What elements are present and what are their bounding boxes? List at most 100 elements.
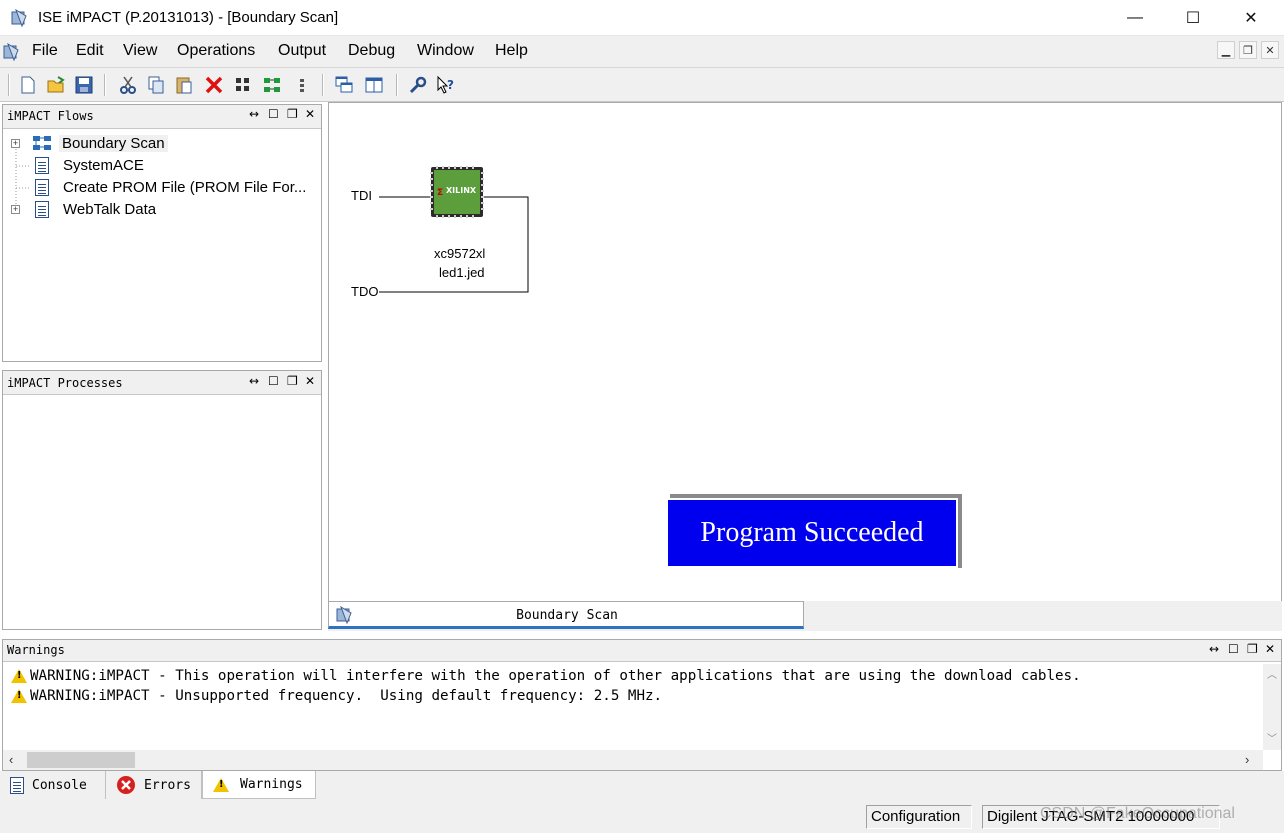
warnings-panel-header: Warnings ↔ ☐ ❐ ✕ — [3, 640, 1281, 662]
document-icon — [35, 178, 49, 196]
tab-console[interactable]: Console — [0, 771, 106, 799]
toolbar: ? — [0, 68, 1284, 102]
menu-window[interactable]: Window — [417, 42, 474, 60]
tab-label: Errors — [144, 777, 191, 793]
cascade-windows-icon[interactable] — [332, 73, 356, 97]
menu-operations[interactable]: Operations — [177, 42, 255, 60]
warnings-panel-title: Warnings — [7, 643, 65, 657]
menu-edit[interactable]: Edit — [76, 42, 104, 60]
title-bar: ISE iMPACT (P.20131013) - [Boundary Scan… — [0, 0, 1284, 36]
panel-maximize-icon[interactable]: ☐ — [268, 374, 279, 388]
tab-label: Boundary Scan — [516, 608, 618, 623]
tree-item-label: WebTalk Data — [63, 200, 157, 218]
xilinx-logo-text: XILINX — [446, 186, 477, 195]
program-status-text: Program Succeeded — [700, 517, 924, 548]
scrollbar-thumb[interactable] — [27, 752, 135, 768]
program-status-banner: Program Succeeded — [666, 498, 958, 568]
tree-item-label: SystemACE — [63, 156, 144, 174]
document-icon — [35, 200, 49, 218]
warning-icon — [213, 777, 229, 792]
scroll-left-icon[interactable]: ‹ — [9, 752, 13, 767]
panel-undock-icon[interactable]: ↔ — [1209, 642, 1219, 656]
boundary-scan-canvas[interactable]: TDI TDO Σ XILINX xc9572xl led1.jed Progr… — [328, 102, 1282, 602]
close-button[interactable]: ✕ — [1222, 0, 1280, 36]
scroll-up-icon[interactable]: ︿ — [1267, 666, 1277, 681]
impact-processes-panel: iMPACT Processes ↔ ☐ ❐ ✕ — [2, 370, 322, 630]
panel-close-icon[interactable]: ✕ — [305, 107, 315, 121]
menu-debug[interactable]: Debug — [348, 42, 395, 60]
processes-panel-title: iMPACT Processes — [7, 376, 123, 390]
horizontal-scrollbar[interactable]: ‹ › — [3, 750, 1263, 770]
copy-icon[interactable] — [144, 73, 168, 97]
status-bar: Configuration Digilent JTAG-SMT2 1000000… — [0, 801, 1284, 833]
expand-icon[interactable]: + — [11, 204, 20, 214]
warning-message[interactable]: WARNING:iMPACT - Unsupported frequency. … — [11, 688, 662, 704]
mdi-minimize-icon[interactable]: ▁ — [1217, 41, 1235, 59]
svg-text:Σ: Σ — [437, 188, 443, 198]
toolbar-separator — [322, 74, 324, 96]
xilinx-device-chip[interactable]: Σ XILINX — [430, 166, 484, 218]
tdo-label: TDO — [351, 284, 379, 299]
tab-warnings[interactable]: Warnings — [202, 771, 316, 799]
warning-icon — [11, 689, 27, 703]
flows-panel-title: iMPACT Flows — [7, 109, 94, 123]
panel-restore-icon[interactable]: ❐ — [1247, 642, 1258, 656]
tdi-label: TDI — [351, 188, 372, 203]
tree-item-label: Boundary Scan — [59, 134, 168, 152]
chain-icon[interactable] — [260, 73, 284, 97]
panel-maximize-icon[interactable]: ☐ — [1228, 642, 1239, 656]
scroll-right-icon[interactable]: › — [1245, 752, 1249, 767]
toolbar-separator — [396, 74, 398, 96]
wrench-icon[interactable] — [406, 73, 430, 97]
menu-view[interactable]: View — [123, 42, 157, 60]
tree-item-label: Create PROM File (PROM File For... — [63, 178, 307, 196]
delete-icon[interactable] — [202, 73, 226, 97]
impact-flows-panel: iMPACT Flows ↔ ☐ ❐ ✕ + Boundary Scan Sys… — [2, 104, 322, 362]
panel-undock-icon[interactable]: ↔ — [249, 107, 259, 121]
context-help-icon[interactable]: ? — [434, 73, 458, 97]
panel-restore-icon[interactable]: ❐ — [287, 374, 298, 388]
panel-undock-icon[interactable]: ↔ — [249, 374, 259, 388]
flows-panel-header: iMPACT Flows ↔ ☐ ❐ ✕ — [3, 105, 321, 129]
window-title: ISE iMPACT (P.20131013) - [Boundary Scan… — [38, 9, 339, 26]
tree-item-boundary-scan[interactable]: + Boundary Scan — [11, 132, 319, 154]
save-icon[interactable] — [72, 73, 96, 97]
open-folder-icon[interactable] — [44, 73, 68, 97]
vertical-scrollbar[interactable]: ︿ ﹀ — [1263, 664, 1281, 750]
panel-close-icon[interactable]: ✕ — [305, 374, 315, 388]
new-file-icon[interactable] — [16, 73, 40, 97]
column-icon[interactable] — [290, 73, 314, 97]
document-system-icon[interactable] — [2, 42, 22, 62]
grid-icon[interactable] — [231, 73, 255, 97]
tree-item-systemace[interactable]: SystemACE — [11, 154, 319, 176]
menu-output[interactable]: Output — [278, 42, 326, 60]
panel-close-icon[interactable]: ✕ — [1265, 642, 1275, 656]
boundary-scan-icon — [33, 136, 51, 150]
panel-restore-icon[interactable]: ❐ — [287, 107, 298, 121]
paste-icon[interactable] — [172, 73, 196, 97]
tab-errors[interactable]: Errors — [106, 771, 202, 799]
scroll-down-icon[interactable]: ﹀ — [1267, 730, 1277, 745]
mdi-restore-icon[interactable]: ❐ — [1239, 41, 1257, 59]
panel-maximize-icon[interactable]: ☐ — [268, 107, 279, 121]
toolbar-separator — [104, 74, 106, 96]
maximize-button[interactable]: ☐ — [1164, 0, 1222, 36]
warning-message[interactable]: WARNING:iMPACT - This operation will int… — [11, 668, 1081, 684]
device-file-name: led1.jed — [439, 265, 485, 280]
tab-label: Warnings — [240, 777, 303, 792]
cut-icon[interactable] — [116, 73, 140, 97]
tree-item-create-prom-file[interactable]: Create PROM File (PROM File For... — [11, 176, 319, 198]
flows-tree: + Boundary Scan SystemACE Create PROM Fi… — [11, 132, 319, 220]
minimize-button[interactable]: — — [1106, 0, 1164, 36]
processes-panel-header: iMPACT Processes ↔ ☐ ❐ ✕ — [3, 371, 321, 395]
impact-app-icon — [11, 8, 27, 28]
menu-help[interactable]: Help — [495, 42, 528, 60]
mdi-close-icon[interactable]: ✕ — [1261, 41, 1279, 59]
tile-windows-icon[interactable] — [362, 73, 386, 97]
menu-file[interactable]: File — [32, 42, 58, 60]
tab-boundary-scan[interactable]: Boundary Scan — [328, 601, 804, 629]
expand-icon[interactable]: + — [11, 138, 20, 148]
tree-item-webtalk-data[interactable]: + WebTalk Data — [11, 198, 319, 220]
tab-label: Console — [32, 777, 87, 793]
menu-bar: File Edit View Operations Output Debug W… — [0, 36, 1284, 68]
